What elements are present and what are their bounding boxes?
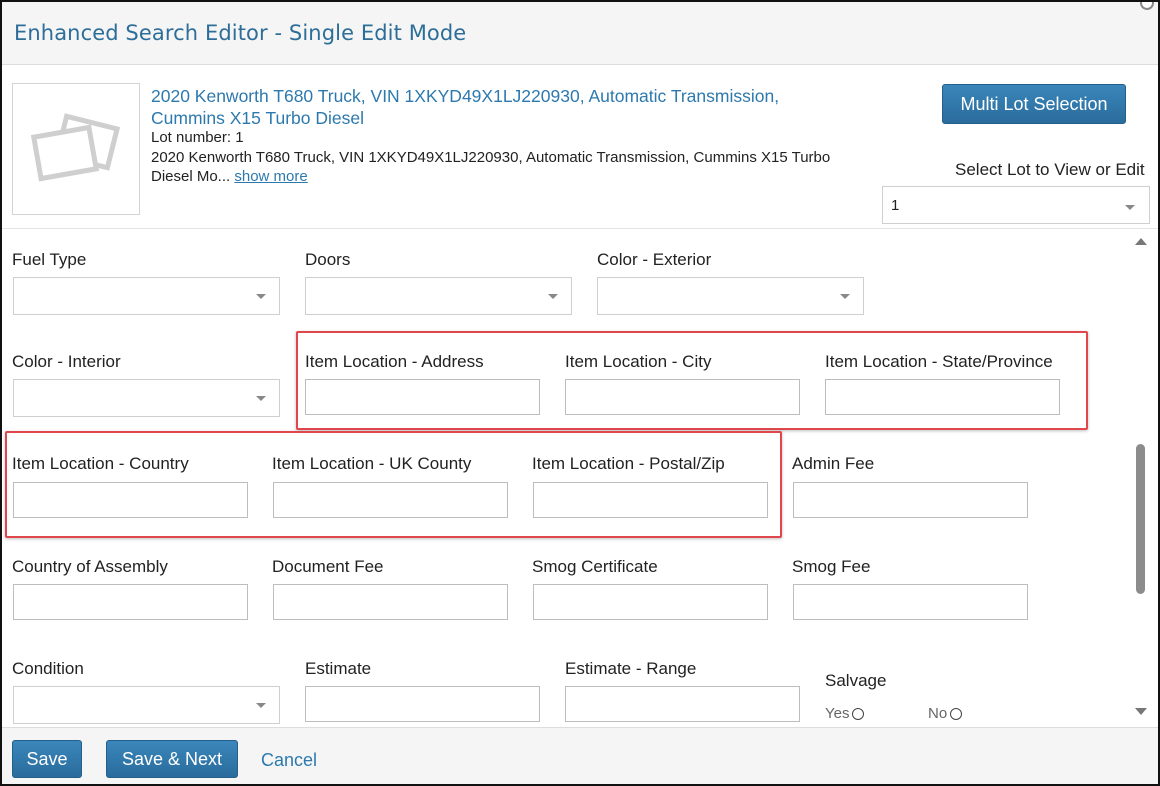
estimate-input[interactable]: [305, 686, 540, 722]
estimate-range-label: Estimate - Range: [565, 659, 697, 678]
country-of-assembly-input[interactable]: [13, 584, 248, 620]
color-exterior-label: Color - Exterior: [597, 250, 712, 269]
document-fee-label: Document Fee: [272, 557, 384, 576]
item-location-postal-input[interactable]: [533, 482, 768, 518]
close-icon[interactable]: [1140, 2, 1154, 10]
admin-fee-input[interactable]: [793, 482, 1028, 518]
salvage-no-option[interactable]: No: [928, 705, 963, 722]
chevron-down-icon: [840, 294, 850, 299]
document-fee-input[interactable]: [273, 584, 508, 620]
save-and-next-button[interactable]: Save & Next: [106, 740, 238, 778]
salvage-no-label: No: [928, 705, 948, 722]
salvage-yes-label: Yes: [825, 705, 850, 722]
salvage-no-radio[interactable]: [950, 707, 963, 720]
item-location-country-label: Item Location - Country: [12, 454, 189, 473]
chevron-down-icon: [256, 703, 266, 708]
image-placeholder-icon: [31, 113, 121, 182]
select-lot-label: Select Lot to View or Edit: [955, 160, 1145, 179]
lot-select-value: 1: [891, 197, 900, 214]
cancel-link[interactable]: Cancel: [261, 750, 317, 771]
dialog-titlebar: Enhanced Search Editor - Single Edit Mod…: [2, 2, 1158, 65]
item-location-country-input[interactable]: [13, 482, 248, 518]
smog-fee-input[interactable]: [793, 584, 1028, 620]
salvage-yes-option[interactable]: Yes: [825, 705, 865, 722]
show-more-link[interactable]: show more: [234, 168, 307, 185]
condition-label: Condition: [12, 659, 84, 678]
doors-label: Doors: [305, 250, 351, 269]
salvage-yes-radio[interactable]: [852, 707, 865, 720]
color-interior-select[interactable]: [13, 379, 280, 417]
lot-thumbnail-placeholder: [12, 83, 140, 215]
admin-fee-label: Admin Fee: [792, 454, 875, 473]
chevron-down-icon: [1125, 205, 1135, 210]
country-of-assembly-label: Country of Assembly: [12, 557, 168, 576]
estimate-label: Estimate: [305, 659, 372, 678]
chevron-down-icon: [256, 294, 266, 299]
salvage-label: Salvage: [825, 671, 887, 690]
item-location-state-label: Item Location - State/Province: [825, 352, 1053, 371]
doors-select[interactable]: [305, 277, 572, 315]
estimate-range-input[interactable]: [565, 686, 800, 722]
lot-title-link[interactable]: 2020 Kenworth T680 Truck, VIN 1XKYD49X1L…: [151, 85, 841, 129]
dialog-title: Enhanced Search Editor - Single Edit Mod…: [14, 21, 467, 45]
dialog-footer: Save Save & Next Cancel: [2, 727, 1158, 784]
item-location-postal-label: Item Location - Postal/Zip: [532, 454, 725, 473]
lot-select-dropdown[interactable]: 1: [882, 186, 1150, 224]
item-location-address-label: Item Location - Address: [305, 352, 484, 371]
enhanced-search-editor-dialog: Enhanced Search Editor - Single Edit Mod…: [0, 0, 1160, 786]
item-location-state-input[interactable]: [825, 379, 1060, 415]
item-location-city-label: Item Location - City: [565, 352, 712, 371]
item-location-city-input[interactable]: [565, 379, 800, 415]
fuel-type-label: Fuel Type: [12, 250, 87, 269]
save-button[interactable]: Save: [12, 740, 82, 778]
color-interior-label: Color - Interior: [12, 352, 121, 371]
item-location-uk-county-label: Item Location - UK County: [272, 454, 472, 473]
chevron-down-icon: [256, 396, 266, 401]
multi-lot-selection-button[interactable]: Multi Lot Selection: [942, 84, 1126, 124]
scrollbar-thumb[interactable]: [1136, 444, 1145, 594]
condition-select[interactable]: [13, 686, 280, 724]
item-location-uk-county-input[interactable]: [273, 482, 508, 518]
form-scrollbar[interactable]: [1130, 230, 1150, 726]
color-exterior-select[interactable]: [597, 277, 864, 315]
form-scroll-area: Fuel Type Doors Color - Exterior Color -…: [2, 229, 1158, 727]
item-location-address-input[interactable]: [305, 379, 540, 415]
lot-number: Lot number: 1: [151, 129, 244, 146]
lot-description: 2020 Kenworth T680 Truck, VIN 1XKYD49X1L…: [151, 148, 841, 186]
smog-certificate-input[interactable]: [533, 584, 768, 620]
scroll-down-arrow-icon[interactable]: [1135, 708, 1147, 715]
scroll-up-arrow-icon[interactable]: [1135, 238, 1147, 245]
smog-fee-label: Smog Fee: [792, 557, 871, 576]
chevron-down-icon: [548, 294, 558, 299]
fuel-type-select[interactable]: [13, 277, 280, 315]
smog-certificate-label: Smog Certificate: [532, 557, 658, 576]
